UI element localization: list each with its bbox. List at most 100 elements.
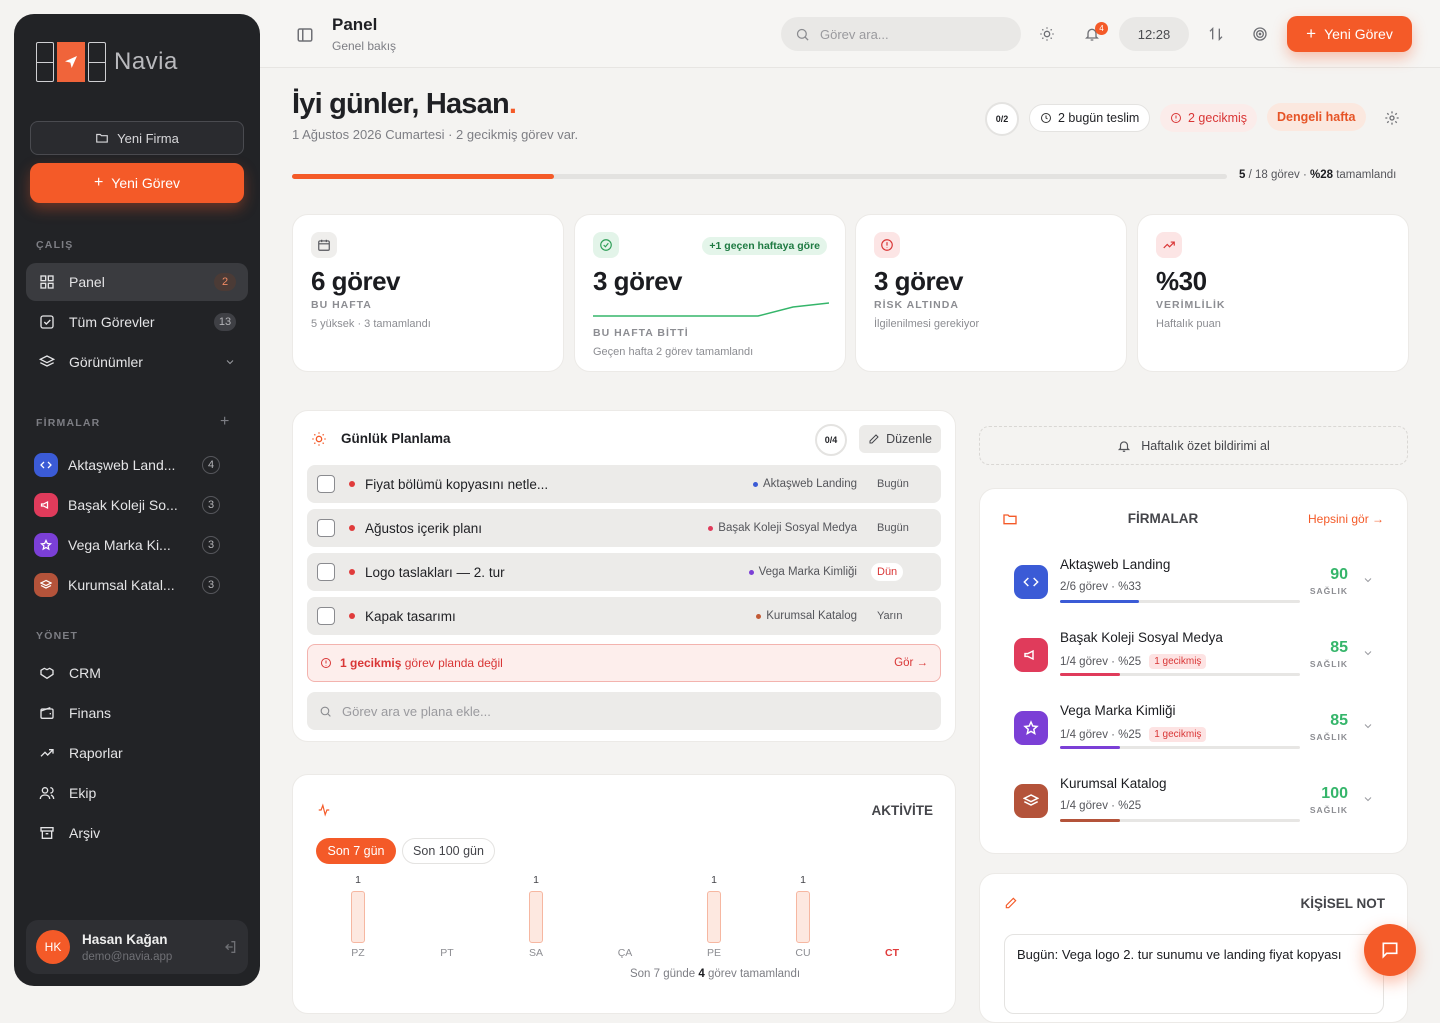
add-firm-icon[interactable]: + bbox=[220, 413, 229, 431]
kpi-card-productivity[interactable]: %30 VERİMLİLİK Haftalık puan bbox=[1137, 214, 1409, 372]
firm-stats: 1/4 görev · %25 1 gecikmiş bbox=[1060, 654, 1207, 669]
focus-button[interactable] bbox=[1246, 20, 1274, 48]
firm-row[interactable]: Başak Koleji Sosyal Medya 1/4 görev · %25… bbox=[980, 626, 1372, 688]
task-date: Yarın bbox=[877, 610, 903, 622]
sidebar-item-panel[interactable]: Panel 2 bbox=[26, 263, 248, 301]
firm-health-score: 90 bbox=[1330, 566, 1348, 583]
chart-bar bbox=[796, 891, 810, 943]
firm-row[interactable]: Aktaşweb Landing 2/6 görev · %33 90 SAĞLIK bbox=[980, 553, 1372, 615]
clock-icon bbox=[1040, 112, 1052, 124]
firm-stats: 2/6 görev · %33 bbox=[1060, 581, 1142, 593]
sidebar-item-team[interactable]: Ekip bbox=[26, 774, 248, 812]
plus-icon: + bbox=[93, 174, 104, 191]
star-icon bbox=[1014, 711, 1048, 745]
megaphone-icon bbox=[34, 493, 58, 517]
priority-dot bbox=[349, 569, 355, 575]
chevron-down-icon[interactable] bbox=[1362, 574, 1374, 586]
settings-icon[interactable] bbox=[1384, 110, 1400, 126]
note-textarea[interactable]: Bugün: Vega logo 2. tur sunumu ve landin… bbox=[1004, 934, 1384, 1014]
notification-count-badge: 4 bbox=[1095, 22, 1108, 35]
new-firm-button[interactable]: Yeni Firma bbox=[30, 121, 244, 155]
chart-value-label: 1 bbox=[355, 874, 361, 886]
sidebar-firm-item[interactable]: Vega Marka Ki... 3 bbox=[34, 530, 220, 560]
user-card[interactable]: HK Hasan Kağan demo@navia.app bbox=[26, 920, 248, 974]
search-input[interactable]: Görev ara... bbox=[781, 17, 1021, 51]
kpi-card-risk[interactable]: 3 görev RİSK ALTINDA İlgilenilmesi gerek… bbox=[855, 214, 1127, 372]
sidebar-firm-item[interactable]: Başak Koleji So... 3 bbox=[34, 490, 220, 520]
due-today-pill[interactable]: 2 bugün teslim bbox=[1029, 104, 1151, 132]
logout-icon[interactable] bbox=[222, 939, 238, 955]
weekly-summary-button[interactable]: Haftalık özet bildirimi al bbox=[979, 426, 1408, 465]
firm-health-label: SAĞLIK bbox=[1309, 732, 1348, 742]
plan-task-row[interactable]: Ağustos içerik planı Başak Koleji Sosyal … bbox=[307, 509, 941, 547]
firm-name: Kurumsal Katalog bbox=[1060, 776, 1167, 791]
firm-row[interactable]: Vega Marka Kimliği 1/4 görev · %25 1 gecik… bbox=[980, 699, 1372, 761]
firm-stats: 1/4 görev · %25 1 gecikmiş bbox=[1060, 727, 1207, 742]
notifications-button[interactable]: 4 bbox=[1078, 20, 1108, 48]
firm-stats: 1/4 görev · %25 bbox=[1060, 800, 1142, 812]
plan-task-row[interactable]: Fiyat bölümü kopyasını netle... Aktaşweb … bbox=[307, 465, 941, 503]
sidebar-toggle-icon[interactable] bbox=[296, 26, 314, 44]
tab-last-7-days[interactable]: Son 7 gün bbox=[316, 838, 396, 864]
sidebar-item-archive[interactable]: Arşiv bbox=[26, 814, 248, 852]
overdue-pill[interactable]: 2 gecikmiş bbox=[1160, 104, 1258, 132]
chevron-down-icon bbox=[224, 356, 236, 368]
new-task-button[interactable]: + Yeni Görev bbox=[1287, 16, 1412, 52]
task-checkbox[interactable] bbox=[317, 607, 335, 625]
priority-dot bbox=[349, 613, 355, 619]
sort-button[interactable] bbox=[1202, 20, 1230, 48]
kpi-card-done[interactable]: +1 geçen haftaya göre 3 görev BU HAFTA B… bbox=[574, 214, 846, 372]
sidebar-item-finance[interactable]: Finans bbox=[26, 694, 248, 732]
archive-icon bbox=[38, 824, 56, 842]
sidebar-item-reports[interactable]: Raporlar bbox=[26, 734, 248, 772]
bell-icon bbox=[1117, 439, 1131, 453]
firm-health-label: SAĞLIK bbox=[1309, 805, 1348, 815]
task-checkbox[interactable] bbox=[317, 563, 335, 581]
send-icon bbox=[57, 42, 85, 82]
search-icon bbox=[319, 705, 332, 718]
theme-toggle-button[interactable] bbox=[1033, 20, 1061, 48]
chevron-down-icon[interactable] bbox=[1362, 720, 1374, 732]
sidebar-item-all-tasks[interactable]: Tüm Görevler 13 bbox=[26, 303, 248, 341]
plan-task-row[interactable]: Logo taslakları — 2. tur Vega Marka Kimli… bbox=[307, 553, 941, 591]
count-badge: 13 bbox=[214, 313, 236, 331]
chart-x-label: CU bbox=[795, 947, 811, 959]
overdue-alert-link[interactable]: Gör → bbox=[894, 657, 928, 669]
firms-panel: FİRMALAR Hepsini gör → Aktaşweb Landing 2… bbox=[979, 488, 1408, 854]
firm-progress-bar bbox=[1060, 600, 1300, 603]
plan-task-row[interactable]: Kapak tasarımı Kurumsal Katalog Yarın bbox=[307, 597, 941, 635]
chevron-down-icon[interactable] bbox=[1362, 793, 1374, 805]
chart-value-label: 1 bbox=[533, 874, 539, 886]
task-checkbox[interactable] bbox=[317, 475, 335, 493]
sidebar-item-crm[interactable]: CRM bbox=[26, 654, 248, 692]
layers-icon bbox=[34, 573, 58, 597]
brand-logo[interactable]: Navia bbox=[36, 42, 178, 82]
firm-row[interactable]: Kurumsal Katalog 1/4 görev · %25 100 SAĞLIK bbox=[980, 772, 1372, 834]
plan-add-input[interactable]: Görev ara ve plana ekle... bbox=[307, 692, 941, 730]
trending-icon bbox=[38, 744, 56, 762]
folder-icon bbox=[95, 131, 109, 145]
edit-plan-button[interactable]: Düzenle bbox=[859, 425, 941, 453]
sidebar-firm-item[interactable]: Kurumsal Katal... 3 bbox=[34, 570, 220, 600]
overall-progress-label: 5 / 18 görev · %28 tamamlandı bbox=[1239, 169, 1397, 181]
chat-fab-button[interactable] bbox=[1364, 924, 1416, 976]
tab-last-100-days[interactable]: Son 100 gün bbox=[402, 838, 495, 864]
task-date: Bugün bbox=[877, 522, 909, 534]
layers-icon bbox=[38, 353, 56, 371]
sidebar-new-task-button[interactable]: + Yeni Görev bbox=[30, 163, 244, 203]
firm-name: Aktaşweb Landing bbox=[1060, 557, 1171, 572]
activity-card: AKTİVİTE Son 7 gün Son 100 gün PZ 1 PT SA 1 Ç… bbox=[292, 774, 956, 1014]
section-firms: FİRMALAR bbox=[36, 417, 101, 429]
sidebar-item-views[interactable]: Görünümler bbox=[26, 343, 248, 381]
sidebar-firm-item[interactable]: Aktaşweb Land... 4 bbox=[34, 450, 220, 480]
kpi-card-week[interactable]: 6 görev BU HAFTA 5 yüksek · 3 tamamlandı bbox=[292, 214, 564, 372]
see-all-link[interactable]: Hepsini gör → bbox=[1308, 512, 1384, 526]
task-title: Logo taslakları — 2. tur bbox=[365, 564, 505, 580]
chevron-down-icon[interactable] bbox=[1362, 647, 1374, 659]
count-badge: 2 bbox=[214, 273, 236, 291]
task-checkbox[interactable] bbox=[317, 519, 335, 537]
checkbox-icon bbox=[38, 313, 56, 331]
greeting: İyi günler, Hasan. bbox=[292, 88, 517, 120]
alert-circle-icon bbox=[1170, 112, 1182, 124]
pencil-icon bbox=[1004, 896, 1018, 910]
